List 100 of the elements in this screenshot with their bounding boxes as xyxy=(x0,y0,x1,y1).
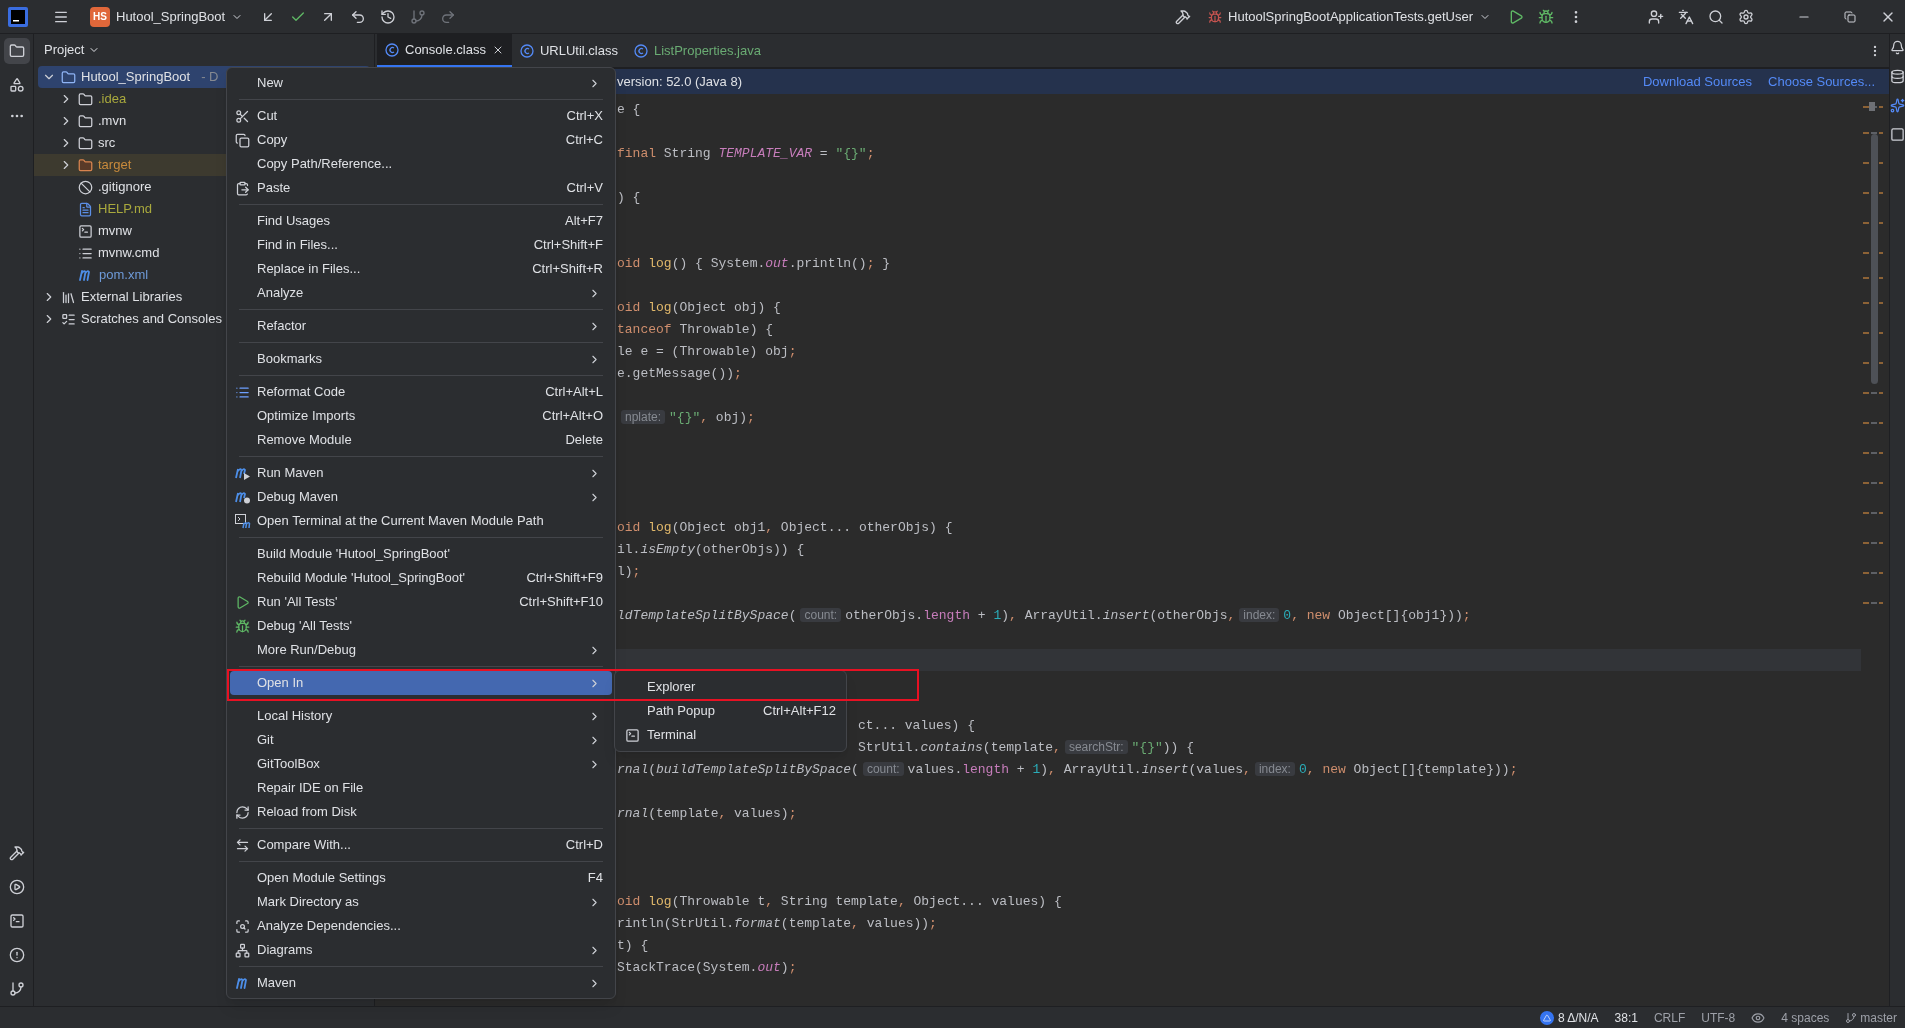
panel-icon[interactable] xyxy=(1890,127,1905,142)
menu-item[interactable]: Local History xyxy=(230,704,612,728)
problems-indicator[interactable]: 8 Δ/N/A xyxy=(1539,1008,1599,1027)
folder-icon xyxy=(78,157,93,173)
code-line: StackTrace(System.out); xyxy=(617,959,797,978)
tab-label: URLUtil.class xyxy=(539,41,618,60)
menu-item[interactable]: Repair IDE on File xyxy=(230,776,612,800)
markdown-icon xyxy=(78,201,93,217)
database-icon[interactable] xyxy=(1890,69,1905,84)
terminal-maven-icon xyxy=(235,513,251,529)
assistant-icon[interactable] xyxy=(1890,98,1905,113)
maven-debug-icon xyxy=(235,490,251,504)
scratches-icon xyxy=(61,311,76,327)
menu-item[interactable]: Analyze xyxy=(230,281,612,305)
folder-icon xyxy=(78,113,93,129)
magnifier-icon xyxy=(235,918,250,934)
menu-item[interactable]: Refactor xyxy=(230,314,612,338)
menu-item[interactable]: Reformat Code Ctrl+Alt+L xyxy=(230,380,612,404)
menu-item[interactable]: Build Module 'Hutool_SpringBoot' xyxy=(230,542,612,566)
item-label: Scratches and Consoles xyxy=(81,310,222,329)
library-icon xyxy=(61,289,76,305)
folder-icon xyxy=(78,91,93,107)
item-label: pom.xml xyxy=(99,266,149,285)
code-line: rnal(template, values); xyxy=(617,805,797,824)
folder-icon xyxy=(78,135,93,151)
menu-item[interactable]: Terminal xyxy=(615,723,846,747)
menu-item[interactable]: Open Module Settings F4 xyxy=(230,866,612,890)
menu-item[interactable]: Optimize Imports Ctrl+Alt+O xyxy=(230,404,612,428)
menu-item[interactable]: Run 'All Tests' Ctrl+Shift+F10 xyxy=(230,590,612,614)
bug-icon xyxy=(1208,9,1223,24)
menu-item[interactable]: Compare With... Ctrl+D xyxy=(230,833,612,857)
indent-setting[interactable]: 4 spaces xyxy=(1781,1008,1830,1027)
item-label: mvnw xyxy=(98,222,132,241)
menu-item[interactable]: Git xyxy=(230,728,612,752)
item-label: .mvn xyxy=(98,112,127,131)
caret-position[interactable]: 38:1 xyxy=(1614,1008,1638,1027)
code-line: oid log(Object obj) { xyxy=(617,299,781,318)
banner-link[interactable]: Choose Sources... xyxy=(1768,71,1875,92)
project-tool-icon[interactable] xyxy=(3,38,30,64)
menu-item[interactable]: Maven xyxy=(230,971,612,995)
menu-item[interactable]: Mark Directory as xyxy=(230,890,612,914)
branch-icon xyxy=(1845,1011,1858,1024)
code-line: le e = (Throwable) obj; xyxy=(617,343,797,362)
menu-item[interactable]: Analyze Dependencies... xyxy=(230,914,612,938)
item-label: src xyxy=(98,134,116,153)
scrollbar-thumb[interactable] xyxy=(1871,134,1878,384)
class-icon xyxy=(519,43,534,58)
menu-item[interactable]: Bookmarks xyxy=(230,347,612,371)
item-label: .gitignore xyxy=(98,178,152,197)
code-line: rintln(StrUtil.format(template, values)); xyxy=(617,915,937,934)
menu-item[interactable]: Diagrams xyxy=(230,938,612,962)
notifications-icon[interactable] xyxy=(1890,40,1905,55)
menu-item[interactable]: More Run/Debug xyxy=(230,638,612,662)
code-line: tanceof Throwable) { xyxy=(617,321,774,340)
app-logo[interactable] xyxy=(8,6,28,27)
git-branch[interactable]: master xyxy=(1845,1008,1897,1027)
banner-link[interactable]: Download Sources xyxy=(1642,71,1753,92)
menu-item[interactable]: Remove Module Delete xyxy=(230,428,612,452)
menu-item[interactable]: Replace in Files... Ctrl+Shift+R xyxy=(230,257,612,281)
code-line: ) { xyxy=(617,189,641,208)
code-line: e { xyxy=(617,101,641,120)
code-line: t) { xyxy=(617,937,649,956)
editor-tab[interactable]: ListProperties.java xyxy=(625,34,769,67)
class-icon xyxy=(385,42,399,57)
line-separator[interactable]: CRLF xyxy=(1653,1008,1686,1027)
code-line: oid log(Object obj1, Object... otherObjs) { xyxy=(617,519,953,538)
project-switcher[interactable]: HS Hutool_SpringBoot xyxy=(90,6,244,27)
configuration-name: HutoolSpringBootApplicationTests.getUser xyxy=(1228,7,1473,26)
scissors-icon xyxy=(235,108,250,124)
project-badge: HS xyxy=(90,6,110,27)
eye-icon[interactable] xyxy=(1751,1010,1766,1025)
menu-item[interactable]: Copy Ctrl+C xyxy=(230,128,612,152)
project-name: Hutool_SpringBoot xyxy=(116,7,226,26)
code-line: StrUtil.contains(template, searchStr: "{}")) { xyxy=(858,739,1194,758)
menu-item[interactable]: Open Terminal at the Current Maven Module Path xyxy=(230,509,612,533)
menu-item[interactable]: GitToolBox xyxy=(230,752,612,776)
class-icon xyxy=(633,43,648,58)
terminal-icon xyxy=(78,223,93,239)
maven-run-icon xyxy=(235,466,251,480)
menu-item[interactable]: Find in Files... Ctrl+Shift+F xyxy=(230,233,612,257)
editor-tab[interactable]: Console.class xyxy=(377,34,512,67)
menu-item[interactable]: Run Maven xyxy=(230,461,612,485)
code-line: oid log(Throwable t, String template, Object... values) { xyxy=(617,893,1062,912)
editor-tab[interactable]: URLUtil.class xyxy=(511,34,626,67)
tab-label: ListProperties.java xyxy=(653,41,761,60)
module-folder-icon xyxy=(61,69,76,85)
copy-icon xyxy=(235,132,250,148)
clipboard-icon xyxy=(235,180,250,196)
file-encoding[interactable]: UTF-8 xyxy=(1701,1008,1736,1027)
menu-item[interactable]: Debug 'All Tests' xyxy=(230,614,612,638)
menu-item[interactable]: Debug Maven xyxy=(230,485,612,509)
menu-item[interactable]: Find Usages Alt+F7 xyxy=(230,209,612,233)
menu-item[interactable]: Rebuild Module 'Hutool_SpringBoot' Ctrl+Shift+F9 xyxy=(230,566,612,590)
menu-item[interactable]: Reload from Disk xyxy=(230,800,612,824)
panel-title[interactable]: Project xyxy=(44,40,101,60)
menu-item[interactable]: Path Popup Ctrl+Alt+F12 xyxy=(615,699,846,723)
run-configuration[interactable]: HutoolSpringBootApplicationTests.getUser xyxy=(1208,6,1491,27)
menu-item[interactable]: Open In xyxy=(230,671,612,695)
menu-item[interactable]: Paste Ctrl+V xyxy=(230,176,612,200)
list-icon xyxy=(235,384,250,400)
